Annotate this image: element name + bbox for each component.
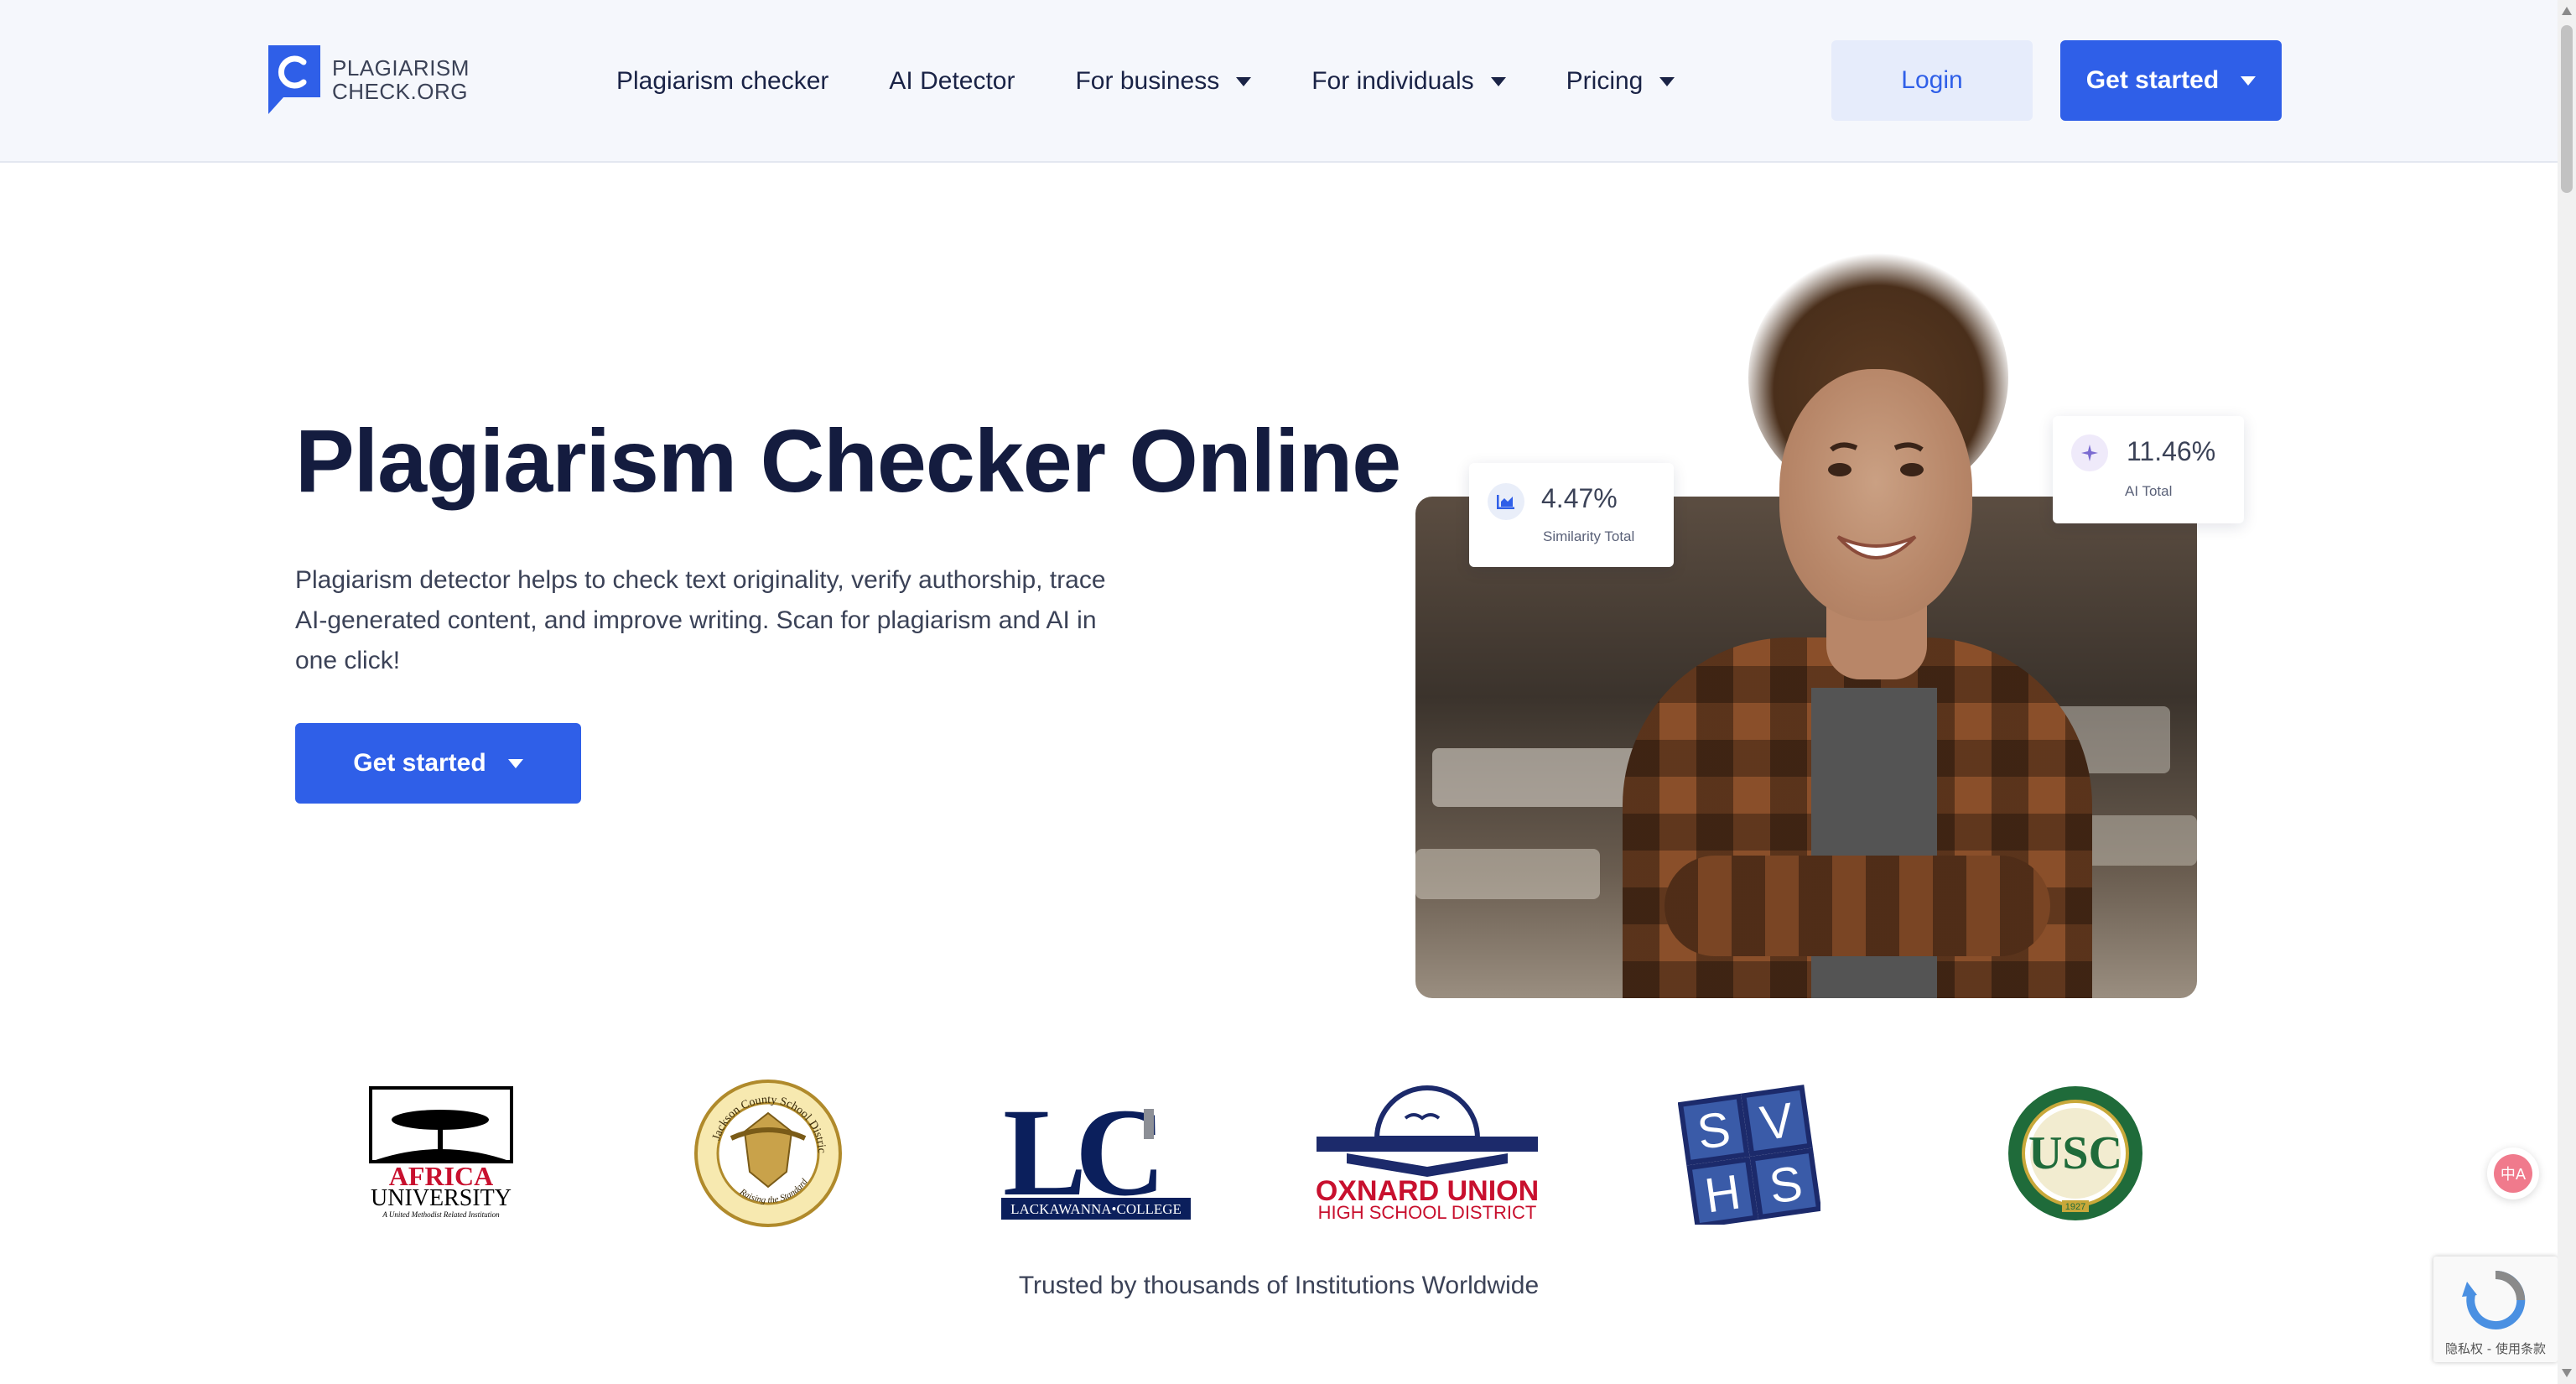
logo-line-1: PLAGIARISM: [332, 55, 470, 81]
usc-mark: USC: [2028, 1127, 2122, 1179]
trusted-caption: Trusted by thousands of Institutions Wor…: [1018, 1272, 1540, 1299]
scroll-down-arrow-icon[interactable]: [2562, 1369, 2572, 1377]
site-logo[interactable]: PLAGIARISM CHECK.ORG: [268, 45, 470, 114]
similarity-stat-card: 4.47% Similarity Total: [1469, 463, 1674, 567]
nav-ai-detector[interactable]: AI Detector: [889, 67, 1015, 96]
jackson-county-logo: Jackson County School District Raising t…: [693, 1080, 844, 1227]
usc-logo: USC 1927: [2004, 1082, 2147, 1225]
translate-icon: 中A: [2494, 1154, 2532, 1193]
button-label: Get started: [2085, 66, 2220, 94]
hero-title: Plagiarism Checker Online: [295, 412, 1401, 511]
scrollbar-thumb[interactable]: [2561, 25, 2573, 193]
similarity-value: 4.47%: [1541, 483, 1618, 513]
svhs-letter: H: [1701, 1164, 1744, 1223]
nav-pricing[interactable]: Pricing: [1566, 67, 1675, 96]
caret-down-icon: [2241, 75, 2257, 86]
person-arms: [1665, 856, 2050, 956]
ai-value: 11.46%: [2127, 436, 2216, 466]
lackawanna-college-logo: LC LACKAWANNA•COLLEGE: [1000, 1082, 1192, 1225]
chart-icon: [1488, 483, 1524, 520]
button-label: Get started: [353, 749, 486, 777]
site-header: PLAGIARISM CHECK.ORG Plagiarism checker …: [0, 0, 2558, 163]
person-face: [1779, 369, 1972, 621]
nav-label: Plagiarism checker: [616, 67, 829, 95]
caret-down-icon: [1659, 76, 1675, 86]
lackawanna-name: LACKAWANNA•COLLEGE: [1010, 1201, 1182, 1217]
nav-plagiarism-checker[interactable]: Plagiarism checker: [616, 67, 828, 96]
face-features: [1828, 442, 1924, 559]
similarity-label: Similarity Total: [1543, 528, 1635, 544]
page-scrollbar[interactable]: [2558, 0, 2576, 1384]
recaptcha-badge[interactable]: 隐私权 - 使用条款: [2433, 1257, 2558, 1362]
nav-for-business[interactable]: For business: [1075, 67, 1252, 96]
nav-label: AI Detector: [889, 67, 1015, 95]
photo-desk: [1415, 849, 1600, 899]
nav-label: Pricing: [1566, 67, 1644, 95]
svhs-logo: S V H S: [1675, 1082, 1823, 1225]
ai-label: AI Total: [2125, 483, 2173, 499]
nav-label: For individuals: [1311, 67, 1474, 95]
nav-for-individuals[interactable]: For individuals: [1311, 67, 1506, 96]
header-get-started-button[interactable]: Get started: [2060, 40, 2282, 121]
logo-text: PLAGIARISM CHECK.ORG: [332, 56, 470, 103]
scroll-up-arrow-icon[interactable]: [2562, 7, 2572, 15]
usc-year: 1927: [2065, 1202, 2085, 1212]
recaptcha-icon: [2462, 1270, 2526, 1329]
sparkle-icon: [2071, 434, 2108, 471]
africa-line-3: A United Methodist Related Institution: [382, 1210, 500, 1219]
logo-mark-icon: [268, 45, 320, 114]
caret-down-icon: [507, 758, 523, 768]
africa-line-2: UNIVERSITY: [371, 1185, 512, 1211]
oxnard-line-2: HIGH SCHOOL DISTRICT: [1318, 1202, 1537, 1222]
logo-line-2: CHECK.ORG: [332, 79, 468, 104]
translate-button[interactable]: 中A: [2487, 1147, 2539, 1199]
caret-down-icon: [1490, 76, 1506, 86]
nav-label: For business: [1075, 67, 1220, 95]
oxnard-union-logo: OXNARD UNION HIGH SCHOOL DISTRICT: [1310, 1082, 1545, 1225]
africa-university-logo: AFRICA UNIVERSITY A United Methodist Rel…: [366, 1082, 517, 1225]
recaptcha-links[interactable]: 隐私权 - 使用条款: [2433, 1340, 2558, 1357]
caret-down-icon: [1236, 76, 1252, 86]
photo-desk: [1432, 748, 1650, 807]
login-button[interactable]: Login: [1831, 40, 2033, 121]
hero-description: Plagiarism detector helps to check text …: [295, 566, 1106, 674]
hero-get-started-button[interactable]: Get started: [295, 723, 581, 804]
ai-stat-card: 11.46% AI Total: [2053, 416, 2244, 523]
main-nav: Plagiarism checker AI Detector For busin…: [616, 0, 1735, 163]
